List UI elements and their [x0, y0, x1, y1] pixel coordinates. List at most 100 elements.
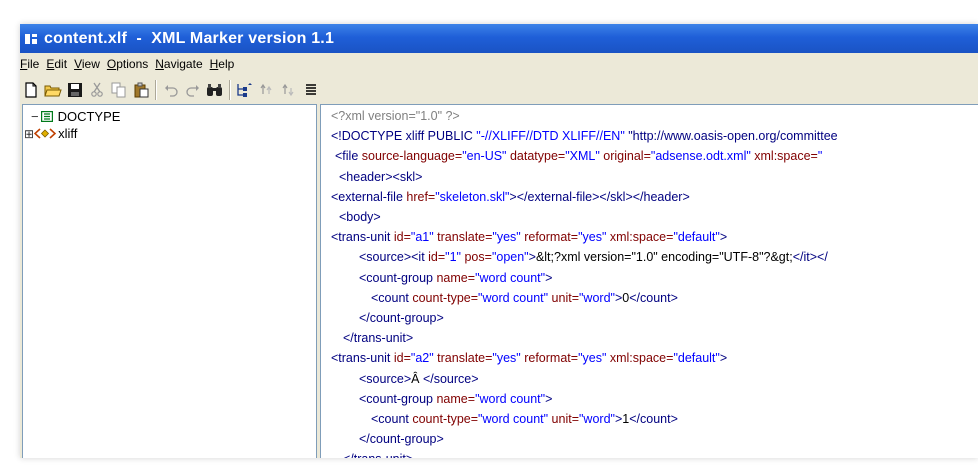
code-token: href= [406, 189, 436, 204]
code-line: <external-file href="skeleton.skl"></ext… [331, 189, 690, 205]
code-line: </count-group> [359, 431, 444, 447]
code-line: </trans-unit> [343, 451, 413, 458]
code-token: <source> [359, 371, 412, 386]
code-line: <trans-unit id="a1" translate="yes" refo… [331, 229, 727, 245]
list-icon[interactable] [300, 79, 322, 101]
tree-node-xliff[interactable]: ⊞ xliff [24, 126, 77, 141]
tree-view[interactable]: − DOCTYPE ⊞ xliff [22, 104, 317, 458]
code-token: > [545, 270, 553, 285]
tree-sync-icon[interactable] [234, 79, 256, 101]
code-token: xml:space= [606, 230, 674, 245]
move-up-icon[interactable] [256, 79, 278, 101]
code-token: id= [428, 250, 446, 265]
code-line: <count-group name="word count"> [359, 270, 552, 286]
code-token: <!DOCTYPE xliff PUBLIC [331, 129, 477, 144]
code-token: > [545, 391, 553, 406]
new-file-icon[interactable] [20, 79, 42, 101]
copy-icon[interactable] [108, 79, 130, 101]
code-line: <count-group name="word count"> [359, 391, 552, 407]
code-token: id= [393, 351, 411, 366]
app-icon [25, 33, 37, 44]
expand-icon[interactable]: ⊞ [24, 127, 34, 141]
menu-help[interactable]: Help [207, 57, 239, 71]
code-token: xml:space= [750, 149, 818, 164]
code-token: </count-group> [359, 311, 444, 325]
code-token: "default" [673, 351, 720, 366]
code-token: "yes" [492, 230, 521, 245]
code-token: "default" [673, 230, 720, 245]
title-bar[interactable]: content.xlf - XML Marker version 1.1 [20, 24, 978, 53]
code-token: </trans-unit> [343, 452, 413, 458]
tree-node-label: xliff [58, 126, 78, 141]
menu-view[interactable]: View [71, 57, 104, 71]
code-token: "open" [491, 250, 529, 265]
code-token: xml:space= [606, 351, 674, 366]
code-token: > [719, 230, 728, 245]
code-line: </count-group> [359, 310, 444, 326]
code-token: "word count" [478, 412, 549, 426]
menu-edit[interactable]: Edit [43, 57, 71, 71]
code-token: "word count" [475, 270, 546, 285]
code-token: name= [436, 270, 476, 285]
code-token: "skeleton.skl" [435, 189, 510, 204]
window-title: content.xlf - XML Marker version 1.1 [44, 29, 335, 47]
code-line: <body> [339, 209, 381, 225]
paste-icon[interactable] [130, 79, 152, 101]
code-token: "word count" [475, 391, 546, 406]
code-line: <file source-language="en-US" datatype="… [335, 148, 822, 164]
save-icon[interactable] [64, 79, 86, 101]
menu-options[interactable]: Options [104, 57, 152, 71]
code-token: </it></ [792, 250, 828, 265]
code-token: </count> [629, 412, 678, 426]
menu-navigate[interactable]: Navigate [152, 57, 206, 71]
code-token: > [528, 250, 536, 265]
code-token: ></external-file></skl></header> [509, 189, 690, 204]
code-token: name= [436, 391, 476, 406]
code-token: count-type= [412, 412, 479, 426]
code-line: <source><it id="1" pos="open">&lt;?xml v… [359, 249, 828, 265]
code-line: <?xml version="1.0" ?> [331, 108, 460, 124]
tree-node-label: DOCTYPE [57, 109, 121, 124]
code-token: <count-group [359, 270, 437, 285]
code-token: pos= [461, 250, 492, 265]
collapse-icon[interactable]: − [31, 109, 39, 124]
code-token: > [719, 351, 728, 366]
toolbar-separator [155, 79, 157, 100]
code-token: <file [335, 149, 362, 164]
find-icon[interactable] [204, 79, 226, 101]
redo-icon[interactable] [182, 79, 204, 101]
toolbar-separator [229, 79, 231, 100]
code-line: <count count-type="word count" unit="wor… [371, 290, 678, 306]
code-token: <count-group [359, 391, 437, 406]
code-token: "word" [579, 290, 615, 305]
code-token: "-//XLIFF//DTD XLIFF//EN" [476, 129, 625, 144]
open-folder-icon[interactable] [42, 79, 64, 101]
menu-bar: File Edit View Options Navigate Help [20, 53, 978, 74]
code-token: unit= [548, 290, 579, 305]
code-token: <count [371, 290, 413, 305]
code-token: "http://www.oasis-open.org/committee [624, 129, 838, 144]
code-token: </source> [422, 371, 479, 386]
code-token: "XML" [565, 149, 600, 164]
move-down-icon[interactable] [278, 79, 300, 101]
tree-node-doctype[interactable]: − DOCTYPE [31, 109, 120, 124]
code-token: translate= [433, 351, 493, 366]
document-node-icon [40, 111, 53, 122]
code-line: <source>Â </source> [359, 371, 479, 387]
code-line: <header><skl> [339, 169, 422, 185]
code-token: <count [371, 412, 413, 426]
toolbar [20, 77, 978, 102]
xml-source-view[interactable]: <?xml version="1.0" ?> <!DOCTYPE xliff PU… [320, 104, 978, 458]
code-token: "yes" [492, 351, 521, 366]
menu-file[interactable]: File [20, 57, 43, 71]
code-token: <body> [339, 210, 381, 224]
code-token: <external-file [331, 189, 407, 204]
code-token: "en-US" [462, 149, 507, 164]
undo-icon[interactable] [160, 79, 182, 101]
code-line: </trans-unit> [343, 330, 413, 346]
code-token: </count> [629, 290, 678, 305]
code-line: <!DOCTYPE xliff PUBLIC "-//XLIFF//DTD XL… [331, 128, 838, 144]
code-token: "word count" [478, 290, 549, 305]
code-token: "a1" [410, 230, 434, 245]
cut-icon[interactable] [86, 79, 108, 101]
